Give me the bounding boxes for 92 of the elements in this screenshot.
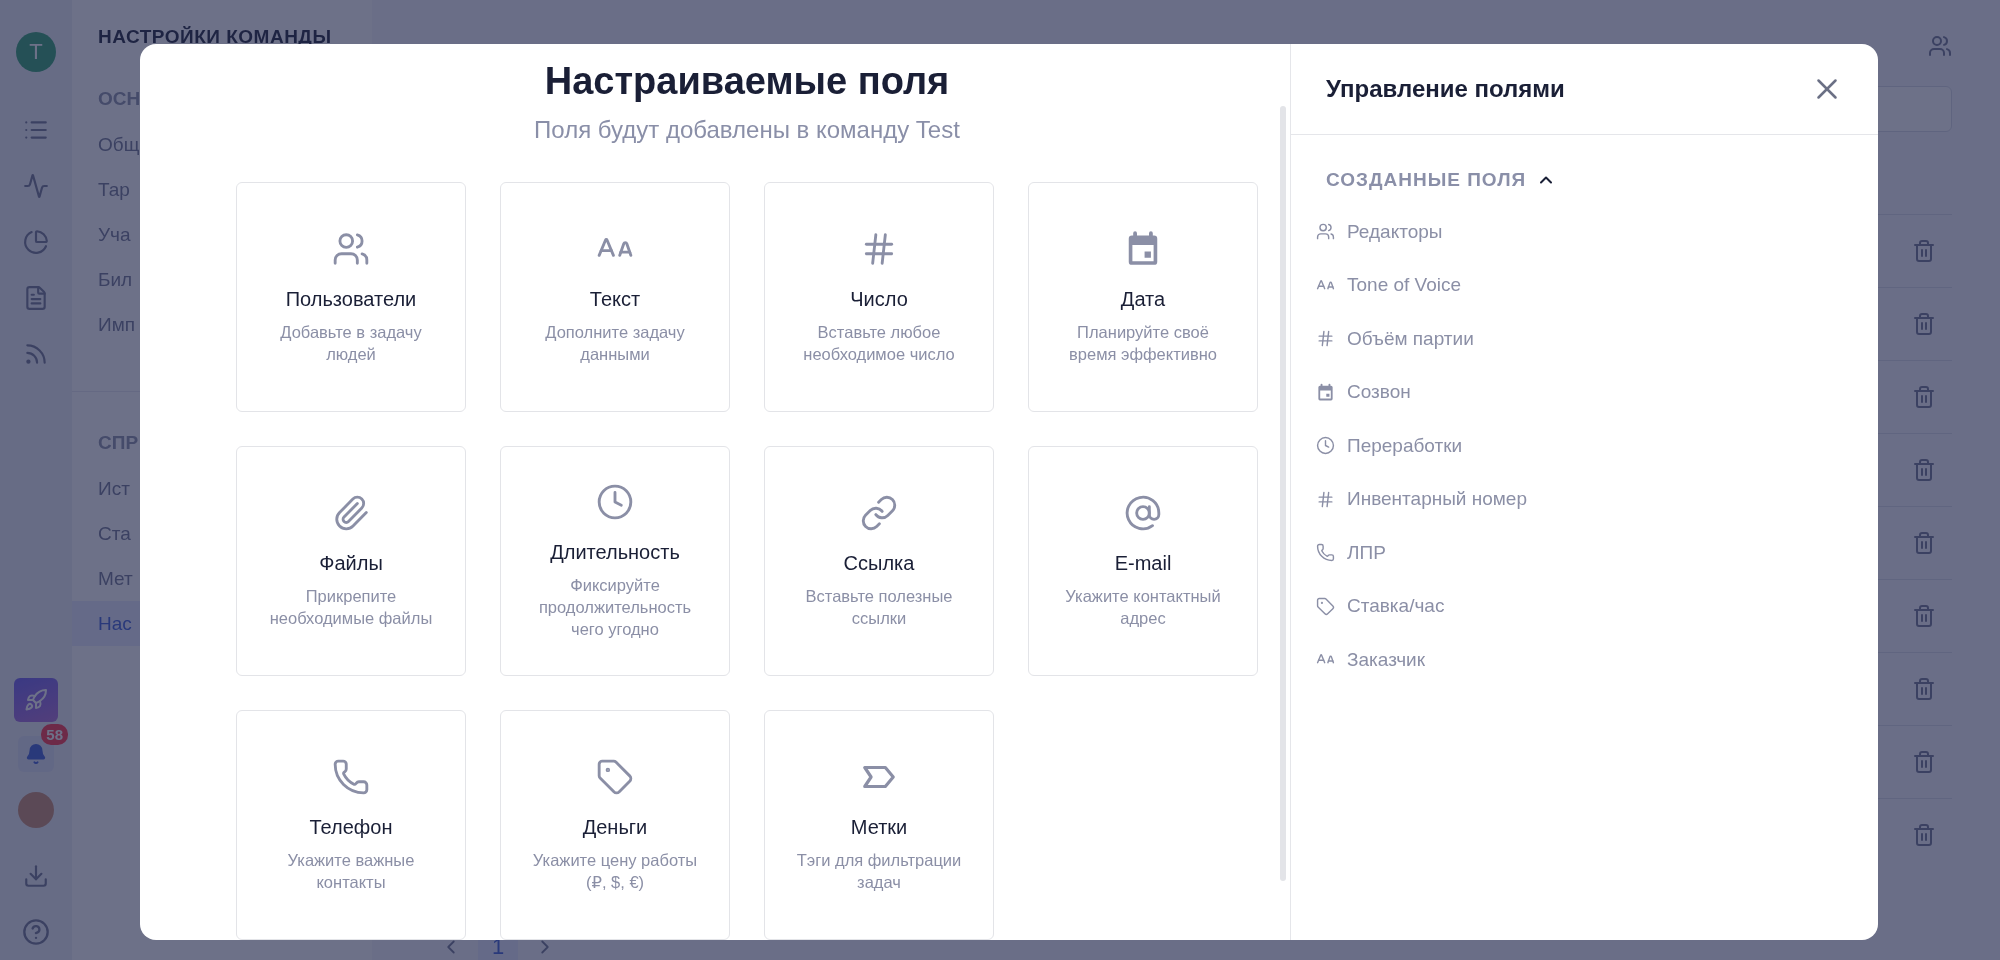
field-type-card[interactable]: Число Вставьте любое необходимое число [764, 182, 994, 412]
dialog-title: Настраиваемые поля [544, 59, 950, 104]
field-name: Заказчик [1347, 648, 1426, 671]
field-type-card[interactable]: Телефон Укажите важные контакты [236, 710, 466, 940]
field-type-description: Вставьте полезные ссылки [804, 585, 954, 629]
field-type-card[interactable]: Дата Планируйте своё время эффективно [1028, 182, 1258, 412]
delete-icon[interactable] [1912, 750, 1936, 774]
field-type-card[interactable]: Пользователи Добавьте в задачу людей [236, 182, 466, 412]
field-type-description: Дополните задачу данными [544, 321, 686, 365]
field-type-description: Укажите цену работы (₽, $, €) [531, 849, 699, 893]
field-type-title: Пользователи [285, 287, 417, 311]
delete-icon[interactable] [1912, 458, 1936, 482]
delete-icon[interactable] [1912, 604, 1936, 628]
field-type-description: Вставьте любое необходимое число [802, 321, 956, 365]
at-sign-icon [1124, 493, 1162, 532]
created-field-item[interactable]: Редакторы [1316, 205, 1443, 259]
delete-icon[interactable] [1912, 531, 1936, 555]
field-type-description: Укажите важные контакты [286, 849, 416, 893]
field-type-description: Тэги для фильтрации задач [795, 849, 963, 893]
panel-title: Управление полями [1326, 75, 1565, 103]
field-type-title: Длительность [550, 540, 680, 564]
hash-icon [1316, 329, 1335, 349]
pie-chart-icon[interactable] [23, 229, 49, 255]
phone-icon [332, 757, 370, 796]
field-type-description: Укажите контактный адрес [1064, 585, 1222, 629]
phone-icon [1316, 543, 1335, 563]
field-type-description: Прикрепите необходимые файлы [268, 585, 434, 629]
field-name: Переработки [1347, 434, 1463, 457]
rocket-icon [24, 688, 48, 712]
field-type-title: E-mail [1114, 551, 1172, 575]
bell-icon [25, 743, 47, 765]
field-type-card[interactable]: Метки Тэги для фильтрации задач [764, 710, 994, 940]
activity-icon[interactable] [23, 173, 49, 199]
created-field-item[interactable]: ЛПР [1316, 526, 1386, 580]
delete-icon[interactable] [1912, 385, 1936, 409]
created-fields-toggle[interactable]: СОЗДАННЫЕ ПОЛЯ [1326, 169, 1557, 191]
field-name: Tone of Voice [1347, 274, 1462, 297]
dialog-subtitle: Поля будут добавлены в команду Test [534, 116, 960, 144]
created-field-item[interactable]: Переработки [1316, 419, 1463, 473]
field-name: ЛПР [1347, 541, 1386, 564]
link-icon [860, 493, 898, 532]
delete-icon[interactable] [1912, 312, 1936, 336]
field-type-title: Текст [589, 287, 641, 311]
field-type-title: Деньги [582, 815, 648, 839]
field-type-title: Число [850, 287, 908, 311]
field-type-description: Добавьте в задачу людей [279, 321, 423, 365]
team-avatar[interactable]: T [16, 32, 56, 72]
field-type-title: Ссылка [843, 551, 915, 575]
paperclip-icon [332, 493, 370, 532]
delete-icon[interactable] [1912, 677, 1936, 701]
field-name: Объём партии [1347, 327, 1474, 350]
clock-icon [596, 482, 634, 521]
settings-title: НАСТРОЙКИ КОМАНДЫ [98, 26, 333, 48]
created-field-item[interactable]: Ставка/час [1316, 579, 1445, 633]
delete-icon[interactable] [1912, 239, 1936, 263]
feed-icon[interactable] [23, 341, 49, 367]
created-field-item[interactable]: Инвентарный номер [1316, 472, 1527, 526]
field-name: Редакторы [1347, 220, 1443, 243]
clock-icon [1316, 436, 1335, 456]
field-type-title: Дата [1120, 287, 1166, 311]
delete-icon[interactable] [1912, 823, 1936, 847]
users-icon [1316, 222, 1335, 242]
field-name: Созвон [1347, 381, 1411, 404]
field-type-card[interactable]: Деньги Укажите цену работы (₽, $, €) [500, 710, 730, 940]
field-type-title: Телефон [309, 815, 393, 839]
field-type-card[interactable]: E-mail Укажите контактный адрес [1028, 446, 1258, 676]
scrollbar[interactable] [1280, 106, 1286, 881]
created-field-item[interactable]: Заказчик [1316, 633, 1426, 687]
field-type-title: Файлы [319, 551, 383, 575]
field-name: Инвентарный номер [1347, 488, 1527, 511]
help-icon[interactable] [22, 918, 50, 946]
field-type-card[interactable]: Текст Дополните задачу данными [500, 182, 730, 412]
field-type-description: Фиксируйте продолжительность чего угодно [537, 574, 693, 640]
field-type-card[interactable]: Длительность Фиксируйте продолжительность чего угодно [500, 446, 730, 676]
document-icon[interactable] [23, 285, 49, 311]
calendar-icon [1316, 382, 1335, 402]
field-name: Ставка/час [1347, 595, 1445, 618]
field-type-description: Планируйте своё время эффективно [1068, 321, 1218, 365]
created-field-item[interactable]: Созвон [1316, 365, 1411, 419]
price-tag-icon [1316, 596, 1335, 616]
field-type-card[interactable]: Ссылка Вставьте полезные ссылки [764, 446, 994, 676]
created-field-item[interactable]: Объём партии [1316, 312, 1474, 366]
hash-icon [1316, 489, 1335, 509]
field-type-title: Метки [850, 815, 908, 839]
user-avatar[interactable] [18, 792, 54, 828]
price-tag-icon [596, 757, 634, 796]
rocket-button[interactable] [14, 678, 58, 722]
created-field-item[interactable]: Tone of Voice [1316, 258, 1462, 312]
download-icon[interactable] [23, 863, 49, 889]
field-type-card[interactable]: Файлы Прикрепите необходимые файлы [236, 446, 466, 676]
notification-count: 58 [41, 724, 68, 745]
team-members-icon[interactable] [1928, 34, 1952, 58]
